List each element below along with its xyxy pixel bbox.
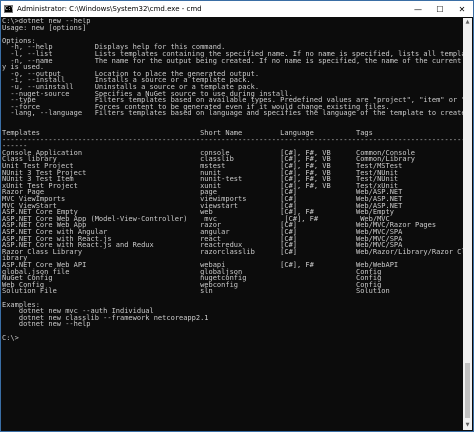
close-button[interactable]: ✕ [451, 1, 473, 17]
console-output[interactable]: C:\> dotnet new --help Usage: new [options… [2, 18, 463, 430]
console-line: Solution File sln Solution [2, 287, 390, 296]
console-line: Razor Class Library razorclasslib [C#] W… [2, 247, 463, 256]
console-line: C:\> [2, 333, 19, 342]
window-title: Administrator: C:\Windows\System32\cmd.e… [17, 5, 202, 13]
console-line: Usage: new [options] [2, 23, 87, 32]
console-line: ----------------------------------------… [2, 135, 463, 144]
scroll-up-arrow-icon[interactable]: ▲ [463, 18, 472, 27]
scrollbar-thumb[interactable] [465, 363, 470, 418]
scroll-down-arrow-icon[interactable]: ▼ [463, 421, 472, 430]
title-bar[interactable]: C:\ Administrator: C:\Windows\System32\c… [1, 1, 473, 17]
vertical-scrollbar[interactable]: ▲ ▼ [463, 18, 472, 430]
console-line: dotnet new --help [2, 320, 91, 329]
cmd-app-icon[interactable]: C:\ [4, 5, 14, 13]
console-line: -n, --name The name for the output being… [2, 56, 463, 65]
cmd-window: C:\ Administrator: C:\Windows\System32\c… [0, 0, 474, 432]
maximize-button[interactable]: ☐ [429, 1, 451, 17]
console-line: -lang, --language Filters templates base… [2, 109, 463, 118]
minimize-button[interactable]: — [407, 1, 429, 17]
